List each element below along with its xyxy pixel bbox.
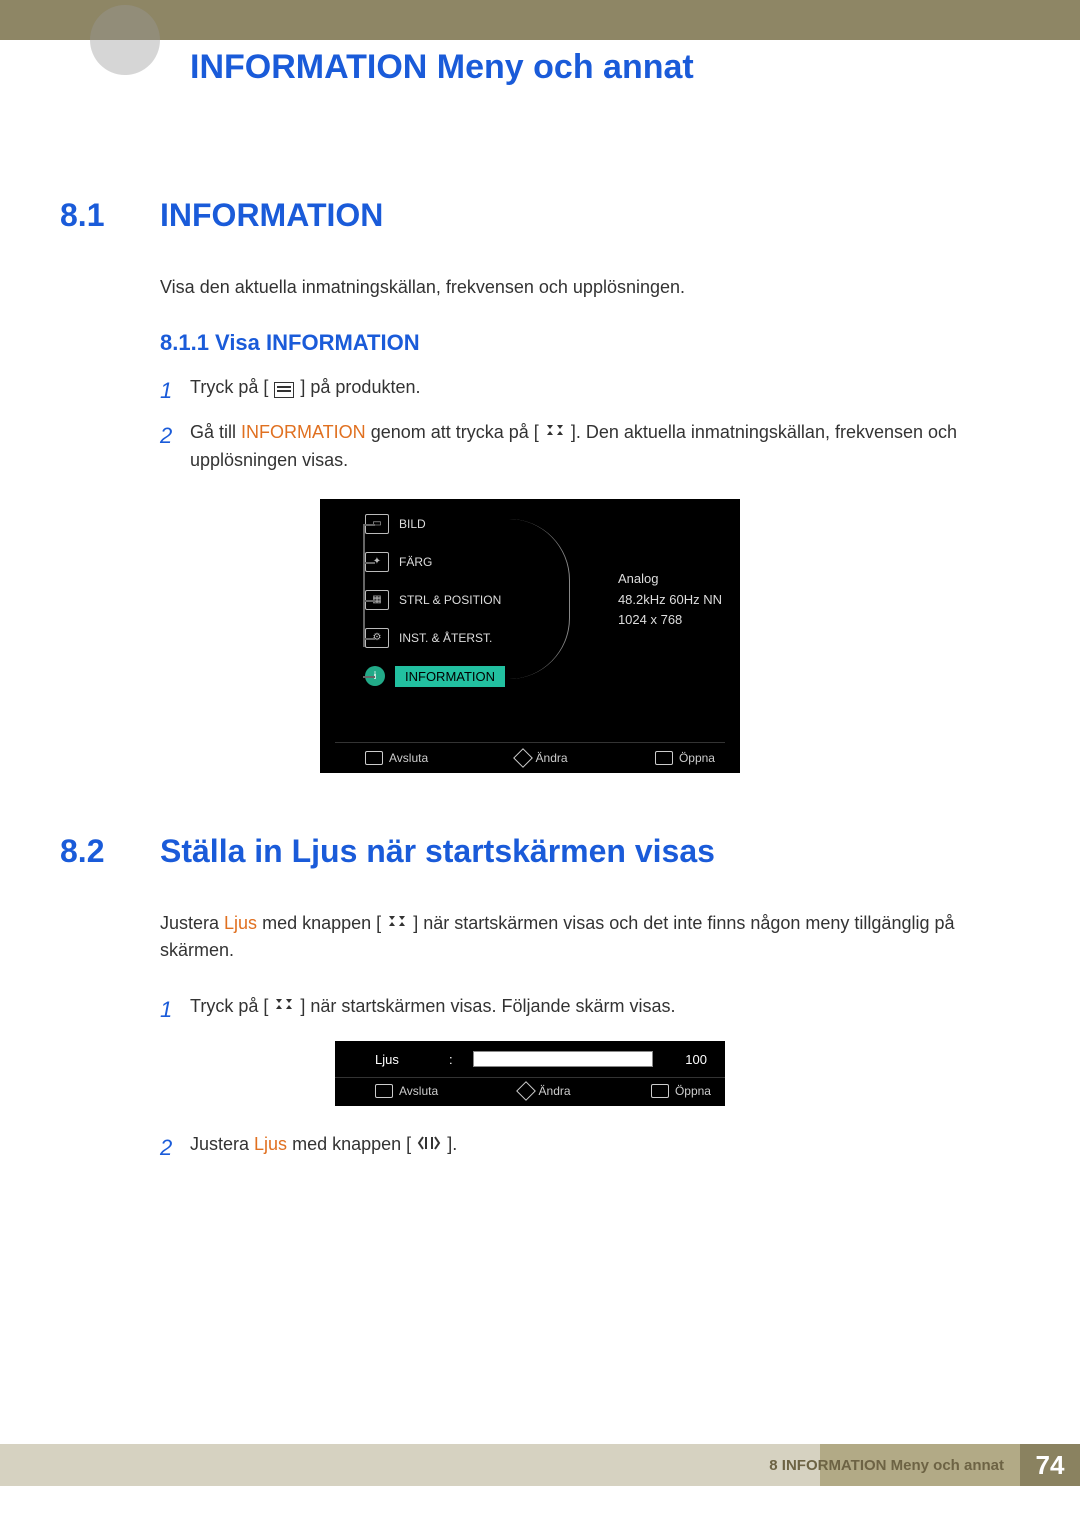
- step-text: Justera: [190, 1134, 254, 1154]
- size-position-icon: ▦: [365, 590, 389, 610]
- section-number: 8.1: [60, 197, 160, 234]
- osd-info-panel: Analog 48.2kHz 60Hz NN 1024 x 768: [618, 569, 722, 631]
- step-text: Tryck på [: [190, 377, 268, 397]
- section-intro: Justera Ljus med knappen [ ] när startsk…: [160, 910, 1000, 963]
- chapter-number-badge: [90, 5, 160, 75]
- section-heading: 8.2 Ställa in Ljus när startskärmen visa…: [60, 833, 1000, 870]
- osd-item-label: INST. & ÅTERST.: [399, 631, 492, 645]
- osd-info-source: Analog: [618, 569, 722, 590]
- step-item: 1 Tryck på [ ] på produkten.: [160, 374, 1000, 407]
- open-icon: [651, 1084, 669, 1098]
- colon: :: [449, 1052, 459, 1067]
- section-intro: Visa den aktuella inmatningskällan, frek…: [160, 274, 1000, 300]
- open-icon: [655, 751, 673, 765]
- menu-button-icon: [274, 382, 294, 398]
- header-bar: [0, 0, 1080, 40]
- step-item: 2 Justera Ljus med knappen [ ].: [160, 1131, 1000, 1164]
- left-right-icon: [417, 1132, 441, 1159]
- step-item: 1 Tryck på [ ] när startskärmen visas. F…: [160, 993, 1000, 1026]
- osd-footer-change: Ändra: [536, 751, 568, 765]
- keyword: Ljus: [224, 913, 257, 933]
- exit-icon: [365, 751, 383, 765]
- up-down-icon: [387, 911, 407, 937]
- footer-chapter-label: 8 INFORMATION Meny och annat: [769, 1457, 1020, 1474]
- osd-bright-label: Ljus: [375, 1052, 435, 1067]
- info-icon: i: [365, 666, 385, 686]
- exit-icon: [375, 1084, 393, 1098]
- section-number: 8.2: [60, 833, 160, 870]
- up-down-icon: [545, 420, 565, 447]
- color-icon: ✦: [365, 552, 389, 572]
- osd-item-label: FÄRG: [399, 555, 432, 569]
- step-number: 2: [160, 419, 190, 474]
- section-heading: 8.1 INFORMATION: [60, 197, 1000, 234]
- section-title: Ställa in Ljus när startskärmen visas: [160, 833, 715, 870]
- intro-text: Justera: [160, 913, 224, 933]
- osd-item-bild: ▭ BILD: [345, 514, 725, 534]
- osd-menu-screenshot: ▭ BILD ✦ FÄRG ▦ STRL & POSITION ⚙ INST. …: [320, 499, 740, 773]
- chapter-title: INFORMATION Meny och annat: [0, 40, 1080, 87]
- step-number: 1: [160, 374, 190, 407]
- step-number: 1: [160, 993, 190, 1026]
- step-text: ].: [447, 1134, 457, 1154]
- step-text: Gå till: [190, 422, 241, 442]
- change-icon: [513, 748, 533, 768]
- step-item: 2 Gå till INFORMATION genom att trycka p…: [160, 419, 1000, 474]
- step-text: ] när startskärmen visas. Följande skärm…: [300, 996, 675, 1016]
- osd-footer: Avsluta Ändra Öppna: [335, 742, 725, 765]
- section-title: INFORMATION: [160, 197, 383, 234]
- osd-footer-open: Öppna: [679, 751, 715, 765]
- step-text: med knappen [: [292, 1134, 411, 1154]
- step-text: ] på produkten.: [300, 377, 420, 397]
- up-down-icon: [274, 994, 294, 1021]
- picture-icon: ▭: [365, 514, 389, 534]
- osd-item-label: INFORMATION: [395, 666, 505, 687]
- page-number: 74: [1020, 1444, 1080, 1486]
- osd-footer-open: Öppna: [675, 1084, 711, 1098]
- osd-footer-exit: Avsluta: [399, 1084, 438, 1098]
- page-content: 8.1 INFORMATION Visa den aktuella inmatn…: [0, 87, 1080, 1164]
- step-text: genom att trycka på [: [371, 422, 539, 442]
- step-number: 2: [160, 1131, 190, 1164]
- osd-footer-change: Ändra: [539, 1084, 571, 1098]
- brightness-value: 100: [667, 1052, 707, 1067]
- osd-info-freq: 48.2kHz 60Hz NN: [618, 590, 722, 611]
- osd-item-label: BILD: [399, 517, 426, 531]
- osd-footer: Avsluta Ändra Öppna: [335, 1077, 725, 1106]
- osd-brightness-screenshot: Ljus : 100 Avsluta Ändra Öppna: [335, 1041, 725, 1106]
- keyword: INFORMATION: [241, 422, 366, 442]
- osd-item-information: i INFORMATION: [345, 666, 725, 687]
- osd-footer-exit: Avsluta: [389, 751, 428, 765]
- osd-item-label: STRL & POSITION: [399, 593, 501, 607]
- brightness-bar: [473, 1051, 653, 1067]
- keyword: Ljus: [254, 1134, 287, 1154]
- osd-info-res: 1024 x 768: [618, 610, 722, 631]
- intro-text: med knappen [: [262, 913, 381, 933]
- page-footer: 8 INFORMATION Meny och annat 74: [0, 1444, 1080, 1486]
- change-icon: [516, 1081, 536, 1101]
- subsection-heading: 8.1.1 Visa INFORMATION: [160, 330, 1000, 356]
- step-text: Tryck på [: [190, 996, 268, 1016]
- settings-icon: ⚙: [365, 628, 389, 648]
